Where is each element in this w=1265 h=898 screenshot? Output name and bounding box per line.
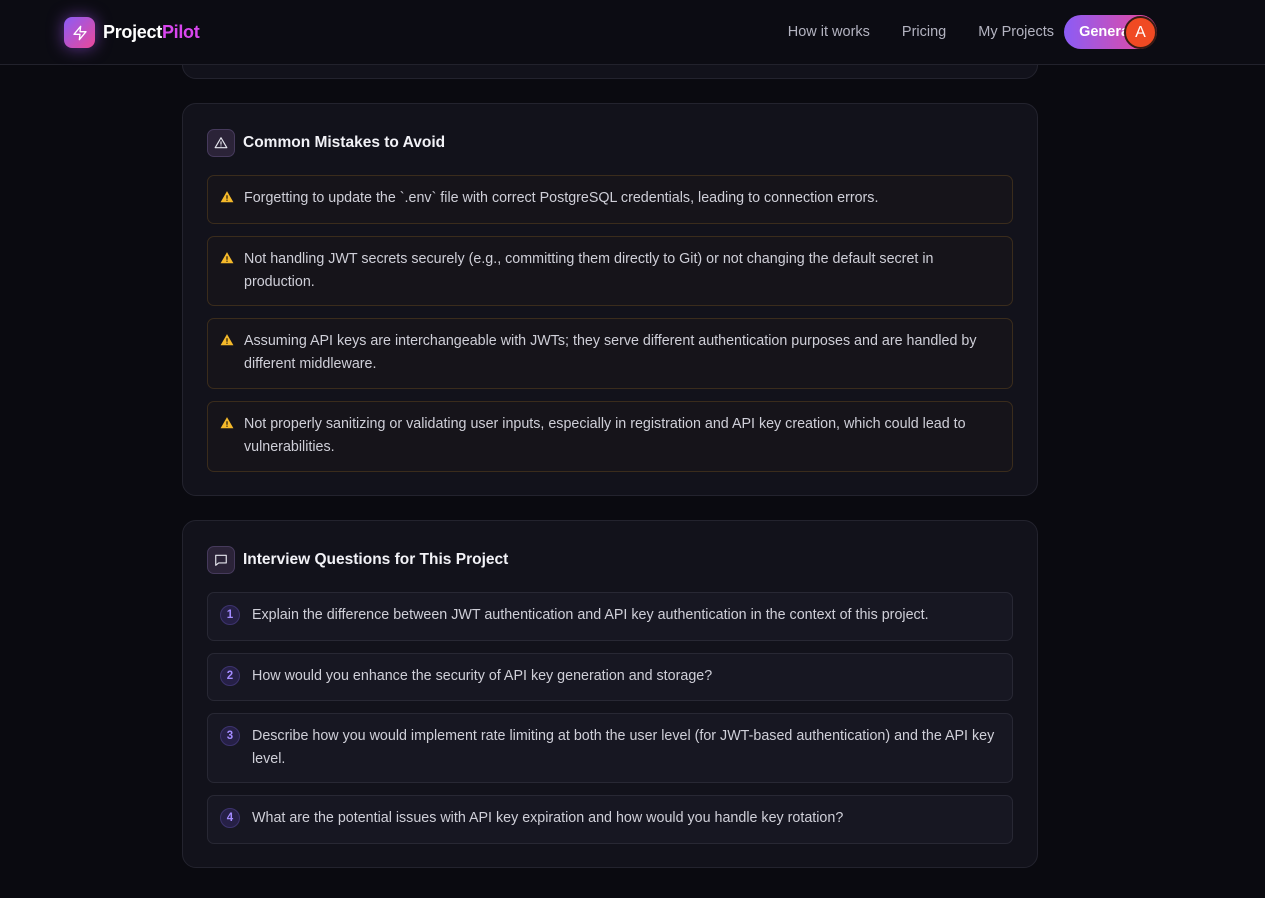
mistake-item: Not properly sanitizing or validating us…	[207, 401, 1013, 472]
question-number: 4	[220, 808, 240, 828]
common-mistakes-header: Common Mistakes to Avoid	[207, 129, 445, 157]
mistake-text: Not properly sanitizing or validating us…	[244, 416, 966, 455]
question-item: 3 Describe how you would implement rate …	[207, 713, 1013, 783]
question-text: Explain the difference between JWT authe…	[252, 607, 929, 623]
warning-icon	[220, 252, 234, 264]
common-mistakes-card: Common Mistakes to Avoid Forgetting to u…	[182, 103, 1038, 496]
interview-questions-title: Interview Questions for This Project	[243, 551, 509, 568]
lightning-icon	[64, 17, 95, 48]
common-mistakes-title: Common Mistakes to Avoid	[243, 134, 446, 151]
brand-logo[interactable]: ProjectPilot	[64, 17, 200, 48]
mistake-item: Forgetting to update the `.env` file wit…	[207, 175, 1013, 224]
question-text: Describe how you would implement rate li…	[252, 728, 995, 767]
mistake-item: Assuming API keys are interchangeable wi…	[207, 318, 1013, 389]
mistake-text: Not handling JWT secrets securely (e.g.,…	[244, 251, 934, 290]
question-item: 4 What are the potential issues with API…	[207, 795, 1013, 844]
mistake-text: Assuming API keys are interchangeable wi…	[244, 333, 977, 372]
brand-name-part2: Pilot	[161, 22, 200, 42]
question-text: How would you enhance the security of AP…	[252, 668, 713, 684]
interview-questions-card: Interview Questions for This Project 1 E…	[182, 520, 1038, 868]
question-number: 3	[220, 726, 240, 746]
question-text: What are the potential issues with API k…	[252, 810, 844, 826]
warning-icon	[220, 191, 234, 203]
question-number: 2	[220, 666, 240, 686]
question-number: 1	[220, 605, 240, 625]
message-square-icon	[207, 546, 235, 574]
alert-triangle-icon	[207, 129, 235, 157]
mistake-item: Not handling JWT secrets securely (e.g.,…	[207, 236, 1013, 306]
brand-name-part1: Project	[103, 22, 162, 42]
nav-pricing[interactable]: Pricing	[902, 15, 946, 49]
interview-questions-header: Interview Questions for This Project	[207, 546, 508, 574]
warning-icon	[220, 417, 234, 429]
mistake-text: Forgetting to update the `.env` file wit…	[244, 190, 879, 206]
warning-icon	[220, 334, 234, 346]
question-item: 1 Explain the difference between JWT aut…	[207, 592, 1013, 641]
brand-name: ProjectPilot	[103, 22, 200, 43]
top-navbar: ProjectPilot How it works Pricing My Pro…	[0, 0, 1265, 65]
nav-links: How it works Pricing My Projects Generat…	[788, 15, 1157, 49]
nav-my-projects[interactable]: My Projects	[978, 15, 1054, 49]
user-avatar[interactable]: A	[1124, 16, 1157, 49]
question-item: 2 How would you enhance the security of …	[207, 653, 1013, 701]
nav-how-it-works[interactable]: How it works	[788, 15, 870, 49]
